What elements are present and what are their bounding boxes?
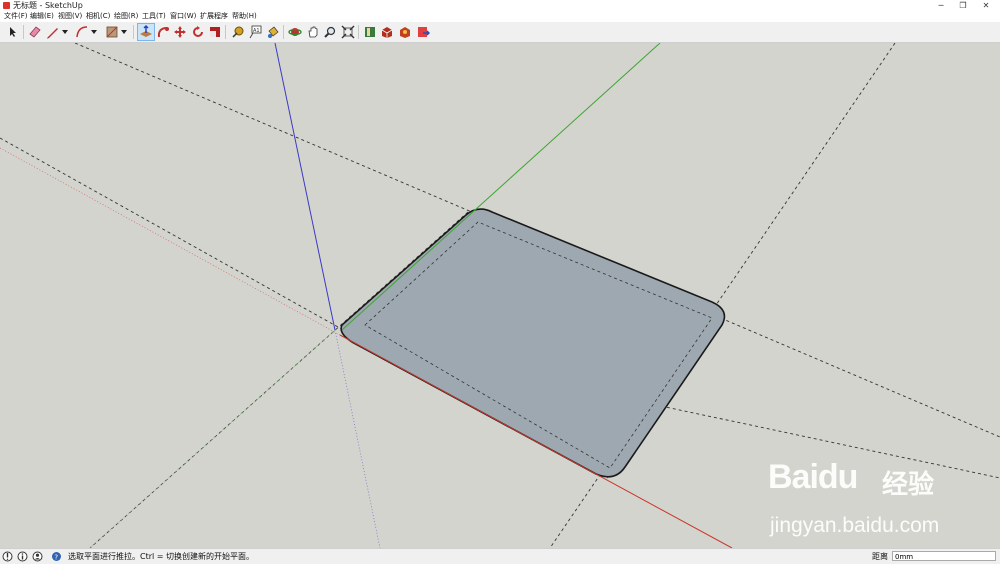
zoom-tool-button[interactable]: [322, 24, 338, 40]
dropdown-arrow-icon: [91, 30, 97, 34]
red-axis-negative: [0, 147, 341, 336]
menu-camera[interactable]: 相机(C): [86, 11, 110, 22]
rotate-tool-button[interactable]: [190, 24, 206, 40]
zoom-extents-icon: [341, 25, 355, 39]
previous-view-button[interactable]: [362, 24, 378, 40]
tape-measure-icon: [232, 26, 244, 38]
geo-location-icon[interactable]: [2, 551, 13, 562]
close-button[interactable]: ✕: [975, 0, 997, 11]
menu-draw[interactable]: 绘图(R): [114, 11, 138, 22]
blue-axis-negative: [334, 329, 381, 549]
baidu-jingyan-watermark: Baidu 经验 jingyan.baidu.com: [768, 456, 988, 544]
orbit-icon: [288, 28, 302, 36]
pan-tool-button[interactable]: [305, 24, 321, 40]
arc-icon: [76, 26, 88, 38]
menu-window[interactable]: 窗口(W): [170, 11, 196, 22]
blue-axis: [274, 42, 336, 331]
status-hint: 选取平面进行推拉。Ctrl = 切换创建新的开始平面。: [68, 552, 255, 561]
status-bar: ? 选取平面进行推拉。Ctrl = 切换创建新的开始平面。 距离 0mm: [0, 548, 1000, 564]
layout-icon: [418, 27, 430, 37]
menu-tools[interactable]: 工具(T): [142, 11, 166, 22]
menu-extensions[interactable]: 扩展程序: [200, 11, 228, 22]
scale-icon: [210, 27, 220, 37]
extension-warehouse-button[interactable]: [397, 24, 413, 40]
info-icon[interactable]: [17, 551, 28, 562]
send-to-layout-button[interactable]: [415, 24, 431, 40]
rectangle-icon: [106, 26, 118, 38]
menu-help[interactable]: 帮助(H): [232, 11, 257, 22]
rectangle-tool-button[interactable]: [104, 24, 120, 40]
menu-view[interactable]: 视图(V): [58, 11, 82, 22]
eraser-icon: [29, 26, 41, 38]
push-pull-tool-button[interactable]: [137, 23, 155, 41]
zoom-extents-tool-button[interactable]: [340, 24, 356, 40]
text-tool-button[interactable]: A1: [247, 24, 263, 40]
window-title: 无标题 - SketchUp: [13, 1, 83, 10]
eraser-tool-button[interactable]: [27, 24, 43, 40]
watermark-url: jingyan.baidu.com: [770, 514, 940, 537]
toolbar-separator: [23, 25, 24, 39]
measurements-input[interactable]: 0mm: [892, 551, 996, 561]
paint-bucket-icon: [268, 26, 279, 38]
title-bar: 无标题 - SketchUp ─ ❐ ✕: [0, 0, 1000, 11]
toolbar-separator: [358, 25, 359, 39]
pan-hand-icon: [308, 26, 318, 38]
menu-edit[interactable]: 编辑(E): [30, 11, 54, 22]
extension-warehouse-icon: [400, 27, 410, 38]
sketchup-logo-icon: [3, 2, 10, 9]
measurements-label: 距离: [872, 552, 888, 561]
text-label-icon: A1: [249, 25, 262, 39]
toolbar-separator: [283, 25, 284, 39]
restore-button[interactable]: ❐: [952, 0, 974, 11]
dropdown-arrow-icon: [62, 30, 68, 34]
main-toolbar: A1: [0, 22, 1000, 43]
watermark-brand: Baidu: [768, 458, 858, 496]
pencil-icon: [47, 28, 58, 39]
warehouse-button[interactable]: [379, 24, 395, 40]
minimize-button[interactable]: ─: [930, 0, 952, 11]
paint-bucket-tool-button[interactable]: [265, 24, 281, 40]
help-icon[interactable]: ?: [51, 551, 62, 562]
rounded-rectangle-face[interactable]: [340, 208, 726, 478]
arc-tool-button[interactable]: [74, 24, 90, 40]
follow-me-tool-button[interactable]: [155, 24, 171, 40]
push-pull-icon: [140, 25, 152, 37]
tape-measure-tool-button[interactable]: [230, 24, 246, 40]
user-account-icon[interactable]: [32, 551, 43, 562]
arc-dropdown-button[interactable]: [89, 24, 99, 40]
scale-tool-button[interactable]: [207, 24, 223, 40]
toolbar-separator: [133, 25, 134, 39]
move-tool-button[interactable]: [172, 24, 188, 40]
menu-bar: 文件(F) 编辑(E) 视图(V) 相机(C) 绘图(R) 工具(T) 窗口(W…: [0, 11, 1000, 22]
warehouse-icon: [381, 27, 393, 38]
line-dropdown-button[interactable]: [60, 24, 70, 40]
toolbar-separator: [225, 25, 226, 39]
line-tool-button[interactable]: [45, 24, 61, 40]
dropdown-arrow-icon: [121, 30, 127, 34]
move-arrows-icon: [174, 26, 186, 38]
select-tool-button[interactable]: [5, 24, 21, 40]
svg-text:A1: A1: [253, 28, 260, 34]
cursor-arrow-icon: [10, 27, 16, 37]
rotate-icon: [193, 26, 203, 37]
book-icon: [365, 27, 375, 37]
magnifier-icon: [324, 26, 336, 38]
watermark-cn: 经验: [882, 470, 935, 500]
follow-me-icon: [157, 27, 169, 38]
menu-file[interactable]: 文件(F): [4, 11, 28, 22]
modeling-viewport[interactable]: Baidu 经验 jingyan.baidu.com: [0, 42, 1000, 549]
rectangle-dropdown-button[interactable]: [119, 24, 129, 40]
svg-text:?: ?: [54, 553, 58, 561]
orbit-tool-button[interactable]: [287, 24, 303, 40]
